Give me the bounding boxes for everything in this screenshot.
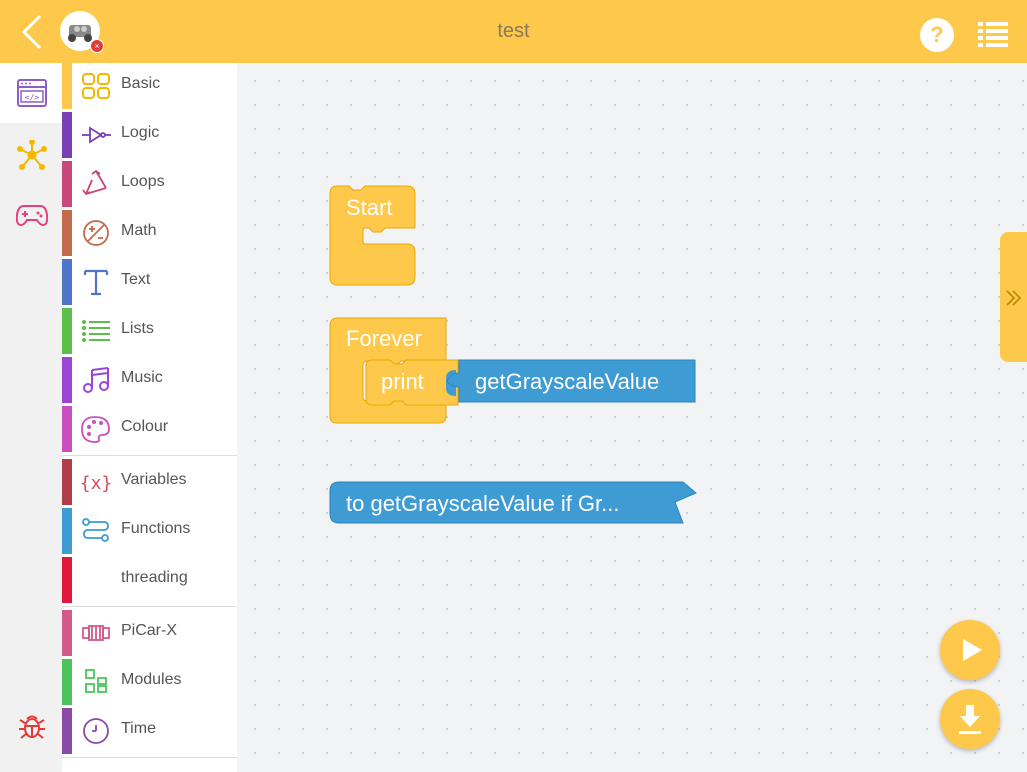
category-label: Logic bbox=[121, 124, 160, 141]
category-label: Loops bbox=[121, 173, 165, 190]
help-button[interactable]: ? bbox=[920, 18, 954, 52]
loops-recycle-icon bbox=[82, 170, 107, 196]
category-divider bbox=[62, 606, 237, 607]
math-icon bbox=[83, 220, 109, 246]
get-grayscale-value-label: getGrayscaleValue bbox=[475, 369, 660, 394]
start-block-label: Start bbox=[346, 195, 393, 220]
palette-icon bbox=[81, 416, 110, 443]
category-divider bbox=[62, 757, 237, 758]
list-menu-icon[interactable] bbox=[978, 21, 1008, 49]
category-text[interactable]: Text bbox=[62, 259, 237, 308]
category-variables[interactable]: {x} Variables bbox=[62, 459, 237, 508]
play-icon bbox=[963, 639, 982, 661]
code-window-icon: </> bbox=[17, 79, 47, 107]
category-logic[interactable]: Logic bbox=[62, 112, 237, 161]
functions-icon bbox=[82, 518, 109, 542]
category-label: Variables bbox=[121, 471, 187, 488]
category-threading[interactable]: threading bbox=[62, 557, 237, 606]
category-lists[interactable]: Lists bbox=[62, 308, 237, 357]
category-colour[interactable]: Colour bbox=[62, 406, 237, 455]
basic-grid-icon bbox=[82, 73, 110, 99]
category-label: Basic bbox=[121, 75, 161, 92]
modules-icon bbox=[85, 669, 107, 693]
category-label: Lists bbox=[121, 320, 154, 337]
category-label: Modules bbox=[121, 671, 182, 688]
forever-block-label: Forever bbox=[346, 326, 422, 351]
logic-gate-icon bbox=[82, 126, 111, 144]
function-definition-label: to getGrayscaleValue if Gr... bbox=[346, 491, 620, 516]
category-palette: Basic Logic Loops Math Text Lists Music … bbox=[62, 63, 237, 772]
svg-text:{x}: {x} bbox=[80, 473, 112, 494]
category-picar-x[interactable]: PiCar-X bbox=[62, 610, 237, 659]
top-bar: × test ? bbox=[0, 0, 1027, 63]
category-label: Math bbox=[121, 222, 157, 239]
run-button[interactable] bbox=[940, 620, 1000, 680]
svg-text:</>: </> bbox=[25, 93, 40, 102]
category-math[interactable]: Math bbox=[62, 210, 237, 259]
category-loops[interactable]: Loops bbox=[62, 161, 237, 210]
tab-connect[interactable] bbox=[0, 125, 62, 185]
category-label: Colour bbox=[121, 418, 169, 435]
debug-bug-icon[interactable] bbox=[18, 712, 46, 740]
category-functions[interactable]: Functions bbox=[62, 508, 237, 557]
category-label: Text bbox=[121, 271, 151, 288]
gamepad-icon bbox=[16, 205, 48, 227]
download-button[interactable] bbox=[940, 689, 1000, 749]
project-title: test bbox=[497, 20, 530, 42]
music-icon bbox=[83, 367, 109, 393]
expand-panel-handle[interactable] bbox=[1000, 232, 1027, 362]
category-modules[interactable]: Modules bbox=[62, 659, 237, 708]
picar-icon bbox=[82, 625, 110, 641]
clock-icon bbox=[83, 718, 109, 744]
category-divider bbox=[62, 455, 237, 456]
network-node-icon bbox=[17, 140, 47, 170]
download-icon bbox=[959, 705, 981, 734]
tab-code[interactable]: </> bbox=[0, 63, 62, 123]
variables-icon: {x} bbox=[80, 473, 112, 494]
category-label: Music bbox=[121, 369, 163, 386]
category-label: PiCar-X bbox=[121, 622, 178, 639]
category-label: Functions bbox=[121, 520, 191, 537]
category-label: Time bbox=[121, 720, 156, 737]
category-music[interactable]: Music bbox=[62, 357, 237, 406]
category-basic[interactable]: Basic bbox=[62, 63, 237, 112]
category-time[interactable]: Time bbox=[62, 708, 237, 757]
lists-icon bbox=[82, 320, 110, 342]
tab-controller[interactable] bbox=[0, 185, 62, 245]
category-label: threading bbox=[121, 569, 188, 586]
mode-rail: </> bbox=[0, 63, 63, 772]
double-chevron-right-icon bbox=[1006, 290, 1022, 306]
print-block-label: print bbox=[381, 369, 424, 394]
text-icon bbox=[83, 269, 109, 296]
